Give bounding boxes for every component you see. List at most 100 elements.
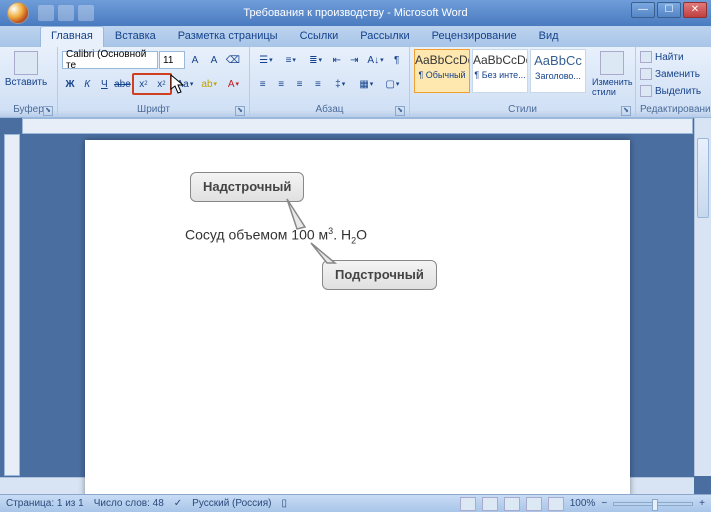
find-icon bbox=[640, 51, 652, 63]
view-draft-button[interactable] bbox=[548, 497, 564, 511]
vertical-scrollbar[interactable] bbox=[694, 118, 711, 476]
subscript-button[interactable]: x2 bbox=[134, 75, 152, 93]
underline-button[interactable]: Ч bbox=[96, 75, 112, 93]
minimize-button[interactable]: — bbox=[631, 2, 655, 18]
justify-button[interactable]: ≡ bbox=[309, 75, 326, 93]
qat-undo-icon[interactable] bbox=[58, 5, 74, 21]
bold-button[interactable]: Ж bbox=[62, 75, 78, 93]
font-color-button[interactable]: A bbox=[222, 75, 245, 93]
sort-button[interactable]: A↓ bbox=[364, 51, 388, 69]
group-clipboard-label: Буфер обмена⬊ bbox=[4, 103, 53, 117]
zoom-level[interactable]: 100% bbox=[570, 498, 596, 509]
font-dialog-launcher[interactable]: ⬊ bbox=[235, 106, 245, 116]
doc-text-2: . H bbox=[333, 227, 351, 243]
zoom-slider[interactable] bbox=[613, 502, 693, 506]
statusbar: Страница: 1 из 1 Число слов: 48 ✓ Русски… bbox=[0, 494, 711, 512]
clear-format-button[interactable]: ⌫ bbox=[224, 51, 242, 69]
scrollbar-thumb[interactable] bbox=[697, 138, 709, 218]
paste-button[interactable]: Вставить bbox=[4, 49, 48, 90]
zoom-in-button[interactable]: + bbox=[699, 498, 705, 509]
shading-button[interactable]: ▦ bbox=[354, 75, 379, 93]
callout-superscript: Надстрочный bbox=[190, 172, 304, 202]
find-button[interactable]: Найти bbox=[640, 49, 704, 65]
numbering-button[interactable]: ≡ bbox=[279, 51, 303, 69]
change-styles-label: Изменить стили bbox=[592, 77, 633, 97]
tab-view[interactable]: Вид bbox=[528, 26, 570, 47]
quick-access-toolbar bbox=[38, 5, 94, 21]
doc-text-3: O bbox=[356, 227, 367, 243]
pilcrow-button[interactable]: ¶ bbox=[388, 51, 405, 69]
style-gallery: AaBbCcDd¶ Обычный AaBbCcDd¶ Без инте... … bbox=[414, 49, 586, 93]
tab-mailings[interactable]: Рассылки bbox=[349, 26, 420, 47]
superscript-button[interactable]: x2 bbox=[152, 75, 170, 93]
group-paragraph: ☰ ≡ ≣ ⇤ ⇥ A↓ ¶ ≡ ≡ ≡ ≡ ‡ ▦ ▢ Абзац⬊ bbox=[250, 47, 410, 117]
status-insert-icon[interactable]: ▯ bbox=[282, 498, 288, 509]
group-font-label: Шрифт⬊ bbox=[62, 103, 245, 117]
tab-references[interactable]: Ссылки bbox=[289, 26, 350, 47]
document-page[interactable]: Сосуд объемом 100 м3. H2O Надстрочный По… bbox=[85, 140, 630, 494]
change-styles-button[interactable]: Изменить стили bbox=[590, 49, 635, 99]
sub-sup-highlight: x2 x2 bbox=[132, 73, 172, 95]
styles-dialog-launcher[interactable]: ⬊ bbox=[621, 106, 631, 116]
callout-subscript: Подстрочный bbox=[322, 260, 437, 290]
view-outline-button[interactable] bbox=[526, 497, 542, 511]
clipboard-dialog-launcher[interactable]: ⬊ bbox=[43, 106, 53, 116]
style-normal[interactable]: AaBbCcDd¶ Обычный bbox=[414, 49, 470, 93]
tab-home[interactable]: Главная bbox=[40, 26, 104, 47]
align-left-button[interactable]: ≡ bbox=[254, 75, 271, 93]
style-heading1[interactable]: AaBbCcЗаголово... bbox=[530, 49, 586, 93]
change-case-button[interactable]: Aa bbox=[173, 75, 196, 93]
highlight-color-button[interactable]: ab bbox=[198, 75, 221, 93]
strike-button[interactable]: abe bbox=[113, 75, 131, 93]
status-spellcheck-icon[interactable]: ✓ bbox=[174, 498, 182, 509]
callout-superscript-label: Надстрочный bbox=[203, 179, 291, 194]
group-styles: AaBbCcDd¶ Обычный AaBbCcDd¶ Без инте... … bbox=[410, 47, 636, 117]
bullets-button[interactable]: ☰ bbox=[254, 51, 278, 69]
view-fullscreen-button[interactable] bbox=[482, 497, 498, 511]
horizontal-ruler[interactable] bbox=[22, 118, 693, 134]
paste-label: Вставить bbox=[5, 77, 47, 88]
paragraph-dialog-launcher[interactable]: ⬊ bbox=[395, 106, 405, 116]
borders-button[interactable]: ▢ bbox=[380, 75, 405, 93]
zoom-out-button[interactable]: − bbox=[601, 498, 607, 509]
ribbon-tabs: Главная Вставка Разметка страницы Ссылки… bbox=[0, 26, 711, 47]
italic-button[interactable]: К bbox=[79, 75, 95, 93]
select-button[interactable]: Выделить bbox=[640, 83, 704, 99]
multilevel-button[interactable]: ≣ bbox=[304, 51, 328, 69]
view-printlayout-button[interactable] bbox=[460, 497, 476, 511]
tab-layout[interactable]: Разметка страницы bbox=[167, 26, 289, 47]
tab-insert[interactable]: Вставка bbox=[104, 26, 167, 47]
group-paragraph-label: Абзац⬊ bbox=[254, 103, 405, 117]
group-clipboard: Вставить Буфер обмена⬊ bbox=[0, 47, 58, 117]
indent-button[interactable]: ⇥ bbox=[346, 51, 363, 69]
paste-icon bbox=[14, 51, 38, 75]
align-center-button[interactable]: ≡ bbox=[272, 75, 289, 93]
status-language[interactable]: Русский (Россия) bbox=[192, 498, 271, 509]
align-right-button[interactable]: ≡ bbox=[291, 75, 308, 93]
status-wordcount[interactable]: Число слов: 48 bbox=[94, 498, 164, 509]
workspace: Сосуд объемом 100 м3. H2O Надстрочный По… bbox=[0, 118, 711, 494]
qat-save-icon[interactable] bbox=[38, 5, 54, 21]
vertical-ruler[interactable] bbox=[4, 134, 20, 476]
change-styles-icon bbox=[600, 51, 624, 75]
status-page[interactable]: Страница: 1 из 1 bbox=[6, 498, 84, 509]
tab-review[interactable]: Рецензирование bbox=[421, 26, 528, 47]
shrink-font-button[interactable]: A bbox=[205, 51, 223, 69]
outdent-button[interactable]: ⇤ bbox=[328, 51, 345, 69]
group-font: Calibri (Основной те 11 A A ⌫ Ж К Ч abe … bbox=[58, 47, 250, 117]
replace-button[interactable]: Заменить bbox=[640, 66, 704, 82]
zoom-slider-thumb[interactable] bbox=[652, 499, 658, 511]
font-size-combo[interactable]: 11 bbox=[159, 51, 185, 69]
maximize-button[interactable]: ☐ bbox=[657, 2, 681, 18]
office-button[interactable] bbox=[0, 0, 36, 26]
close-button[interactable]: ✕ bbox=[683, 2, 707, 18]
select-icon bbox=[640, 85, 652, 97]
qat-redo-icon[interactable] bbox=[78, 5, 94, 21]
line-spacing-button[interactable]: ‡ bbox=[328, 75, 353, 93]
group-styles-label: Стили⬊ bbox=[414, 103, 631, 117]
font-name-combo[interactable]: Calibri (Основной те bbox=[62, 51, 158, 69]
view-web-button[interactable] bbox=[504, 497, 520, 511]
window-title: Требования к производству - Microsoft Wo… bbox=[243, 7, 467, 19]
style-nospacing[interactable]: AaBbCcDd¶ Без инте... bbox=[472, 49, 528, 93]
grow-font-button[interactable]: A bbox=[186, 51, 204, 69]
